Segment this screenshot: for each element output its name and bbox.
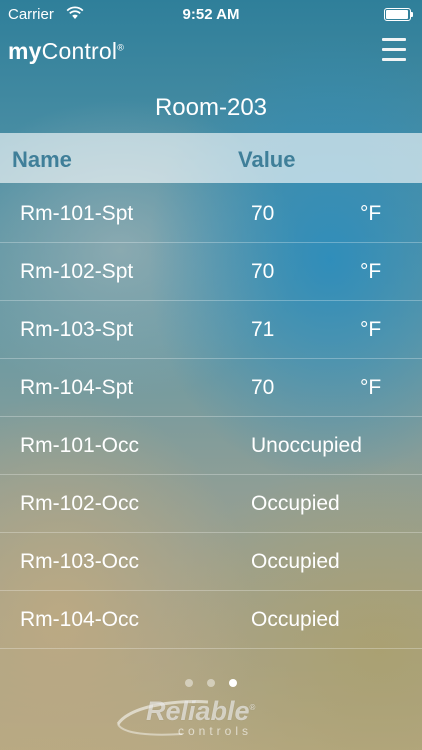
row-value: Occupied <box>251 492 340 515</box>
row-value: 70 <box>251 376 275 399</box>
table-row[interactable]: Rm-104-Occ Occupied <box>0 591 422 649</box>
row-unit: °F <box>360 260 382 283</box>
point-list: Rm-101-Spt 70 °F Rm-102-Spt 70 °F Rm-103… <box>0 185 422 649</box>
footer-brand-sub: controls <box>178 724 253 738</box>
reliable-controls-logo: Reliable® controls <box>112 694 312 744</box>
table-header: Name Value <box>0 133 422 183</box>
logo-control: Control <box>41 38 118 64</box>
row-unit: °F <box>360 376 382 399</box>
row-name: Rm-104-Occ <box>20 608 140 631</box>
row-name: Rm-102-Occ <box>20 492 140 515</box>
row-value: Occupied <box>251 608 340 631</box>
column-header-name: Name <box>12 147 72 172</box>
logo-my: my <box>8 38 42 64</box>
page-dot-1[interactable] <box>185 679 193 687</box>
footer-brand: Reliable® <box>146 696 255 727</box>
footer-brand-name: Reliable <box>146 696 250 726</box>
table-row[interactable]: Rm-103-Spt 71 °F <box>0 301 422 359</box>
page-dot-2[interactable] <box>207 679 215 687</box>
row-value: Unoccupied <box>251 434 362 457</box>
table-row[interactable]: Rm-103-Occ Occupied <box>0 533 422 591</box>
page-title: Room-203 <box>154 94 268 121</box>
row-name: Rm-104-Spt <box>20 376 134 399</box>
column-header-value: Value <box>238 147 296 172</box>
row-value: 70 <box>251 260 275 283</box>
battery-icon <box>384 8 414 21</box>
row-name: Rm-103-Occ <box>20 550 140 573</box>
row-unit: °F <box>360 318 382 341</box>
clock: 9:52 AM <box>182 6 240 23</box>
page-indicator <box>0 679 422 687</box>
row-name: Rm-103-Spt <box>20 318 134 341</box>
table-row[interactable]: Rm-102-Occ Occupied <box>0 475 422 533</box>
table-row[interactable]: Rm-101-Occ Unoccupied <box>0 417 422 475</box>
footer-brand-mark: ® <box>249 703 256 712</box>
status-bar: Carrier 9:52 AM <box>0 0 422 30</box>
table-row[interactable]: Rm-101-Spt 70 °F <box>0 185 422 243</box>
row-value: Occupied <box>251 550 340 573</box>
row-value: 71 <box>251 318 275 341</box>
table-row[interactable]: Rm-102-Spt 70 °F <box>0 243 422 301</box>
row-name: Rm-101-Spt <box>20 202 134 225</box>
page-dot-3-active[interactable] <box>229 679 237 687</box>
row-unit: °F <box>360 202 382 225</box>
logo-registered-mark: ® <box>117 42 125 53</box>
app-logo: myControl® <box>8 38 124 65</box>
hamburger-menu-icon[interactable] <box>382 38 408 64</box>
row-name: Rm-102-Spt <box>20 260 134 283</box>
table-row[interactable]: Rm-104-Spt 70 °F <box>0 359 422 417</box>
row-value: 70 <box>251 202 275 225</box>
row-name: Rm-101-Occ <box>20 434 140 457</box>
